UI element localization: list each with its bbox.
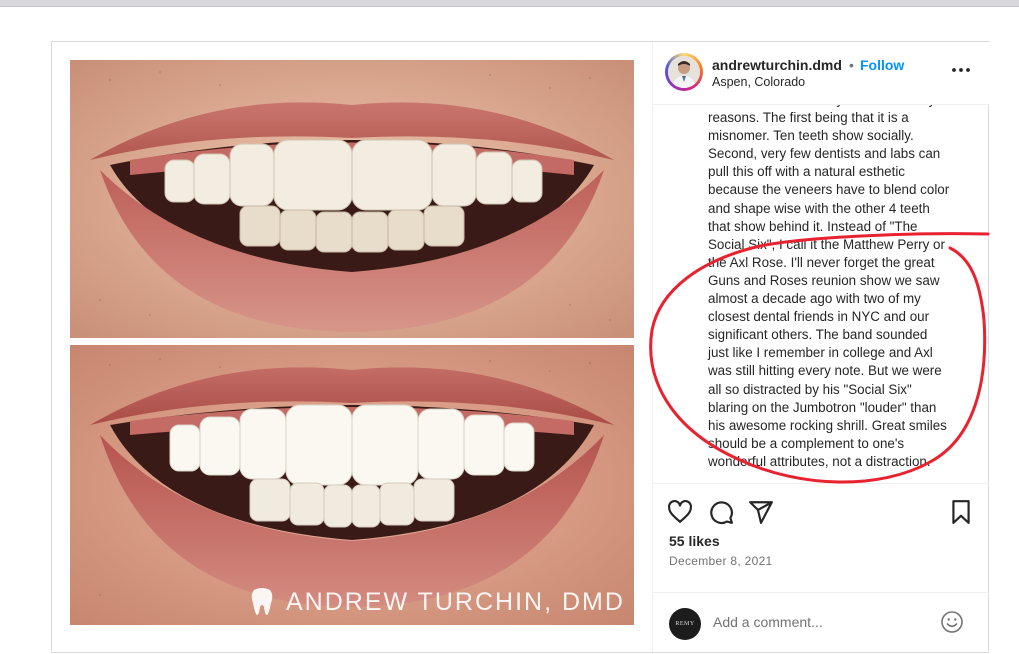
emoji-icon[interactable] [940, 610, 964, 634]
post-actions: 55 likes December 8, 2021 REMY [653, 483, 989, 653]
separator-dot: • [849, 57, 854, 73]
post-header: andrewturchin.dmd • Follow Aspen, Colora… [653, 42, 989, 105]
post-date: December 8, 2021 [669, 554, 773, 568]
share-icon[interactable] [748, 499, 774, 525]
caption-line: blaring on the Jumbotron "louder" than [708, 399, 937, 415]
heart-icon[interactable] [667, 499, 693, 525]
caption-line: Guns and Roses reunion show we saw [708, 272, 940, 288]
after-smile-photo [70, 345, 634, 625]
caption-line: Social Six", I call it the Matthew Perry… [708, 236, 945, 252]
comment-row: REMY [653, 592, 989, 654]
post-media: ANDREW TURCHIN, DMD [70, 60, 634, 625]
caption-text: It's a number we rarely do for so manyre… [708, 105, 980, 471]
watermark: ANDREW TURCHIN, DMD [250, 584, 625, 620]
caption-line: because the veneers have to blend color [708, 182, 950, 198]
caption-line: his awesome rocking shrill. Great smiles [708, 417, 947, 433]
caption-line: and shape wise with the other 4 teeth [708, 200, 930, 216]
profile-avatar[interactable] [665, 53, 703, 91]
before-smile-photo [70, 60, 634, 338]
caption-line: closest dental friends in NYC and our [708, 309, 930, 325]
caption-line: Second, very few dentists and labs can [708, 146, 941, 162]
caption-line: wonderful attributes, not a distraction. [708, 453, 931, 469]
caption-line: the Axl Rose. I'll never forget the grea… [708, 254, 935, 270]
caption-scroll-area[interactable]: It's a number we rarely do for so manyre… [653, 105, 989, 482]
likes-count[interactable]: 55 likes [669, 533, 720, 549]
caption-line: was still hitting every note. But we wer… [708, 363, 942, 379]
follow-button[interactable]: Follow [860, 57, 904, 73]
caption-line: reasons. The first being that it is a [708, 110, 909, 126]
caption-line: just like I remember in college and Axl [708, 345, 933, 361]
caption-line: almost a decade ago with two of my [708, 291, 921, 307]
username[interactable]: andrewturchin.dmd [712, 57, 842, 73]
watermark-text: ANDREW TURCHIN, DMD [286, 587, 625, 616]
bookmark-icon[interactable] [948, 499, 974, 525]
commenter-avatar: REMY [669, 608, 701, 640]
caption-line: misnomer. Ten teeth show socially. [708, 128, 914, 144]
avatar-image [668, 56, 700, 88]
more-icon[interactable] [949, 62, 973, 78]
caption-line: that show behind it. Instead of "The [708, 218, 918, 234]
tooth-icon [251, 588, 273, 615]
caption-line: all so distracted by his "Social Six" [708, 381, 912, 397]
caption-line: should be a complement to one's [708, 435, 905, 451]
instagram-post: ANDREW TURCHIN, DMD andrewturchin.dmd • … [51, 41, 989, 653]
comment-icon[interactable] [708, 499, 734, 525]
caption-line: significant others. The band sounded [708, 327, 928, 343]
caption-line: pull this off with a natural esthetic [708, 164, 906, 180]
post-sidebar: andrewturchin.dmd • Follow Aspen, Colora… [652, 42, 989, 652]
comment-input[interactable] [713, 611, 933, 633]
location-link[interactable]: Aspen, Colorado [712, 75, 805, 89]
browser-top-bar [0, 0, 1019, 7]
